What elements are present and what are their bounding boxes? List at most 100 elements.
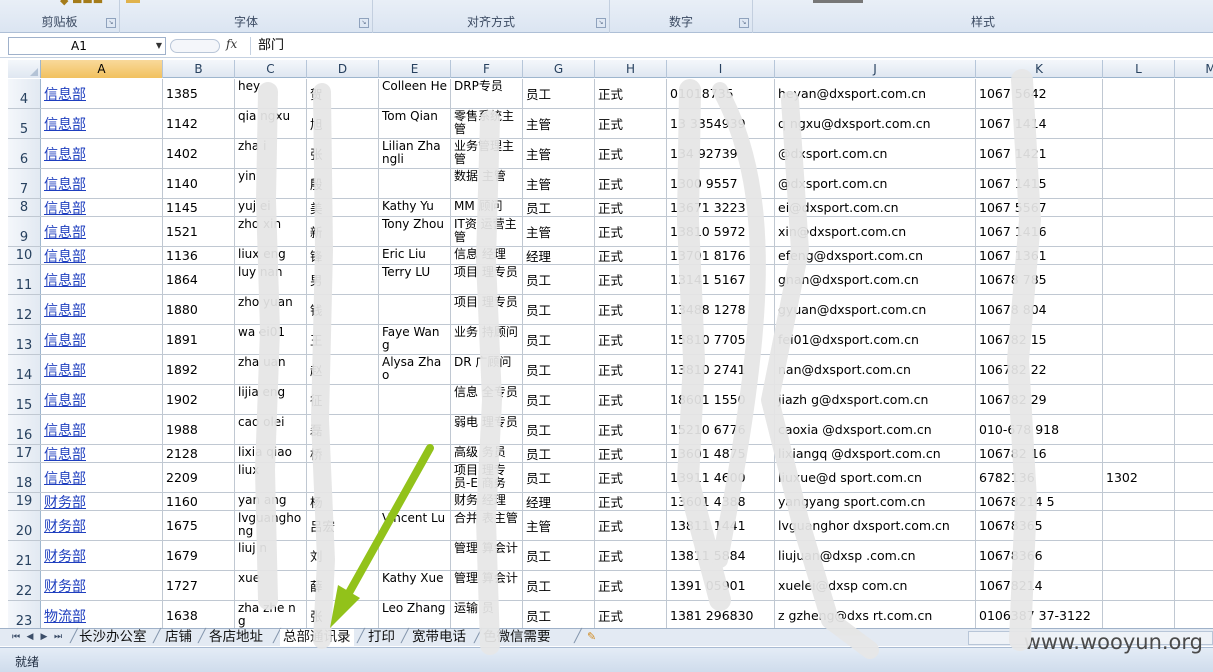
- cell-m[interactable]: [1175, 199, 1213, 216]
- cell-g[interactable]: 员工: [523, 325, 595, 354]
- cell-g[interactable]: 员工: [523, 571, 595, 600]
- cell-e[interactable]: [379, 295, 451, 324]
- cell-g[interactable]: 员工: [523, 415, 595, 444]
- cell-m[interactable]: [1175, 247, 1213, 264]
- cell-j[interactable]: yangyang sport.com.cn: [775, 493, 976, 510]
- cell-a[interactable]: 财务部: [41, 541, 163, 570]
- cell-a[interactable]: 信息部: [41, 217, 163, 246]
- cell-a[interactable]: 信息部: [41, 295, 163, 324]
- cell-i[interactable]: 1391 05901: [667, 571, 775, 600]
- row-header[interactable]: 7: [8, 169, 41, 198]
- cell-i[interactable]: 13671 3223: [667, 199, 775, 216]
- cell-k[interactable]: 1067 1421: [976, 139, 1103, 168]
- cell-e[interactable]: Leo Zhang: [379, 601, 451, 628]
- cell-a[interactable]: 信息部: [41, 79, 163, 108]
- cell-a[interactable]: 信息部: [41, 247, 163, 264]
- cell-h[interactable]: 正式: [595, 265, 667, 294]
- cell-l[interactable]: [1103, 247, 1175, 264]
- cell-j[interactable]: jiazh g@dxsport.com.cn: [775, 385, 976, 414]
- sheet-tab-broadband-phone[interactable]: 宽带电话: [409, 629, 469, 646]
- cell-a[interactable]: 信息部: [41, 139, 163, 168]
- cell-c[interactable]: lijia eng: [235, 385, 307, 414]
- cell-j[interactable]: liuxue@d sport.com.cn: [775, 463, 976, 492]
- cell-k[interactable]: 10678366: [976, 541, 1103, 570]
- cell-j[interactable]: gnan@dxsport.com.cn: [775, 265, 976, 294]
- column-header-h[interactable]: H: [595, 60, 667, 78]
- column-header-d[interactable]: D: [307, 60, 379, 78]
- cell-b[interactable]: 1891: [163, 325, 235, 354]
- cell-a[interactable]: 财务部: [41, 571, 163, 600]
- row-header[interactable]: 15: [8, 385, 41, 414]
- cell-l[interactable]: [1103, 109, 1175, 138]
- cell-e[interactable]: [379, 493, 451, 510]
- cell-l[interactable]: [1103, 385, 1175, 414]
- cell-m[interactable]: [1175, 601, 1213, 628]
- formula-input[interactable]: 部门: [250, 37, 1205, 55]
- row-header[interactable]: 5: [8, 109, 41, 138]
- cell-e[interactable]: [379, 445, 451, 462]
- cell-h[interactable]: 正式: [595, 511, 667, 540]
- cell-e[interactable]: [379, 415, 451, 444]
- first-sheet-icon[interactable]: ⏮: [10, 631, 22, 644]
- column-header-j[interactable]: J: [775, 60, 976, 78]
- cell-c[interactable]: yin: [235, 169, 307, 198]
- cell-m[interactable]: [1175, 265, 1213, 294]
- cell-f[interactable]: 合并 表主管: [451, 511, 523, 540]
- row-header[interactable]: 16: [8, 415, 41, 444]
- cell-m[interactable]: [1175, 463, 1213, 492]
- cell-b[interactable]: 1638: [163, 601, 235, 628]
- cell-d[interactable]: 男: [307, 265, 379, 294]
- cell-k[interactable]: 1067 5642: [976, 79, 1103, 108]
- column-header-b[interactable]: B: [163, 60, 235, 78]
- cell-b[interactable]: 2128: [163, 445, 235, 462]
- cell-f[interactable]: 弱电 理专员: [451, 415, 523, 444]
- row-header[interactable]: 22: [8, 571, 41, 600]
- cell-i[interactable]: 13 3354939: [667, 109, 775, 138]
- cell-d[interactable]: 征: [307, 385, 379, 414]
- cell-f[interactable]: 信息 经理: [451, 247, 523, 264]
- column-header-c[interactable]: C: [235, 60, 307, 78]
- prev-sheet-icon[interactable]: ◀: [24, 631, 36, 644]
- cell-m[interactable]: [1175, 511, 1213, 540]
- chevron-down-icon[interactable]: ▼: [156, 38, 162, 54]
- cell-b[interactable]: 1880: [163, 295, 235, 324]
- next-sheet-icon[interactable]: ▶: [38, 631, 50, 644]
- cell-l[interactable]: 1302: [1103, 463, 1175, 492]
- cell-k[interactable]: 10678 785: [976, 265, 1103, 294]
- cell-j[interactable]: xuelei@dxsp com.cn: [775, 571, 976, 600]
- cell-d[interactable]: 吕宏: [307, 511, 379, 540]
- cell-g[interactable]: 主管: [523, 511, 595, 540]
- cell-c[interactable]: yuj ei: [235, 199, 307, 216]
- cell-f[interactable]: 项目 理专员-E 商务: [451, 463, 523, 492]
- cell-g[interactable]: 员工: [523, 385, 595, 414]
- cell-b[interactable]: 1864: [163, 265, 235, 294]
- cell-f[interactable]: 管理 算会计: [451, 541, 523, 570]
- cell-d[interactable]: 桥: [307, 445, 379, 462]
- row-header[interactable]: 19: [8, 493, 41, 510]
- cell-j[interactable]: liujuan@dxsp .com.cn: [775, 541, 976, 570]
- cell-h[interactable]: 正式: [595, 217, 667, 246]
- select-all-button[interactable]: [8, 60, 41, 78]
- cell-b[interactable]: 1892: [163, 355, 235, 384]
- cell-e[interactable]: Faye Wang: [379, 325, 451, 354]
- cell-d[interactable]: 磊: [307, 415, 379, 444]
- cell-e[interactable]: [379, 385, 451, 414]
- cell-f[interactable]: 信息 全专员: [451, 385, 523, 414]
- cell-k[interactable]: 106782 22: [976, 355, 1103, 384]
- cell-m[interactable]: [1175, 493, 1213, 510]
- cell-i[interactable]: 13701 8176: [667, 247, 775, 264]
- cell-f[interactable]: 项目 理专员: [451, 265, 523, 294]
- cell-e[interactable]: [379, 541, 451, 570]
- cell-h[interactable]: 正式: [595, 139, 667, 168]
- cell-g[interactable]: 员工: [523, 463, 595, 492]
- cell-j[interactable]: @dxsport.com.cn: [775, 139, 976, 168]
- cell-e[interactable]: Kathy Xue: [379, 571, 451, 600]
- cell-i[interactable]: 15210 6776: [667, 415, 775, 444]
- cell-a[interactable]: 信息部: [41, 445, 163, 462]
- row-header[interactable]: 20: [8, 511, 41, 540]
- cell-c[interactable]: qia ngxu: [235, 109, 307, 138]
- cell-h[interactable]: 正式: [595, 169, 667, 198]
- cell-d[interactable]: 杨: [307, 493, 379, 510]
- cell-g[interactable]: 主管: [523, 169, 595, 198]
- cell-a[interactable]: 信息部: [41, 415, 163, 444]
